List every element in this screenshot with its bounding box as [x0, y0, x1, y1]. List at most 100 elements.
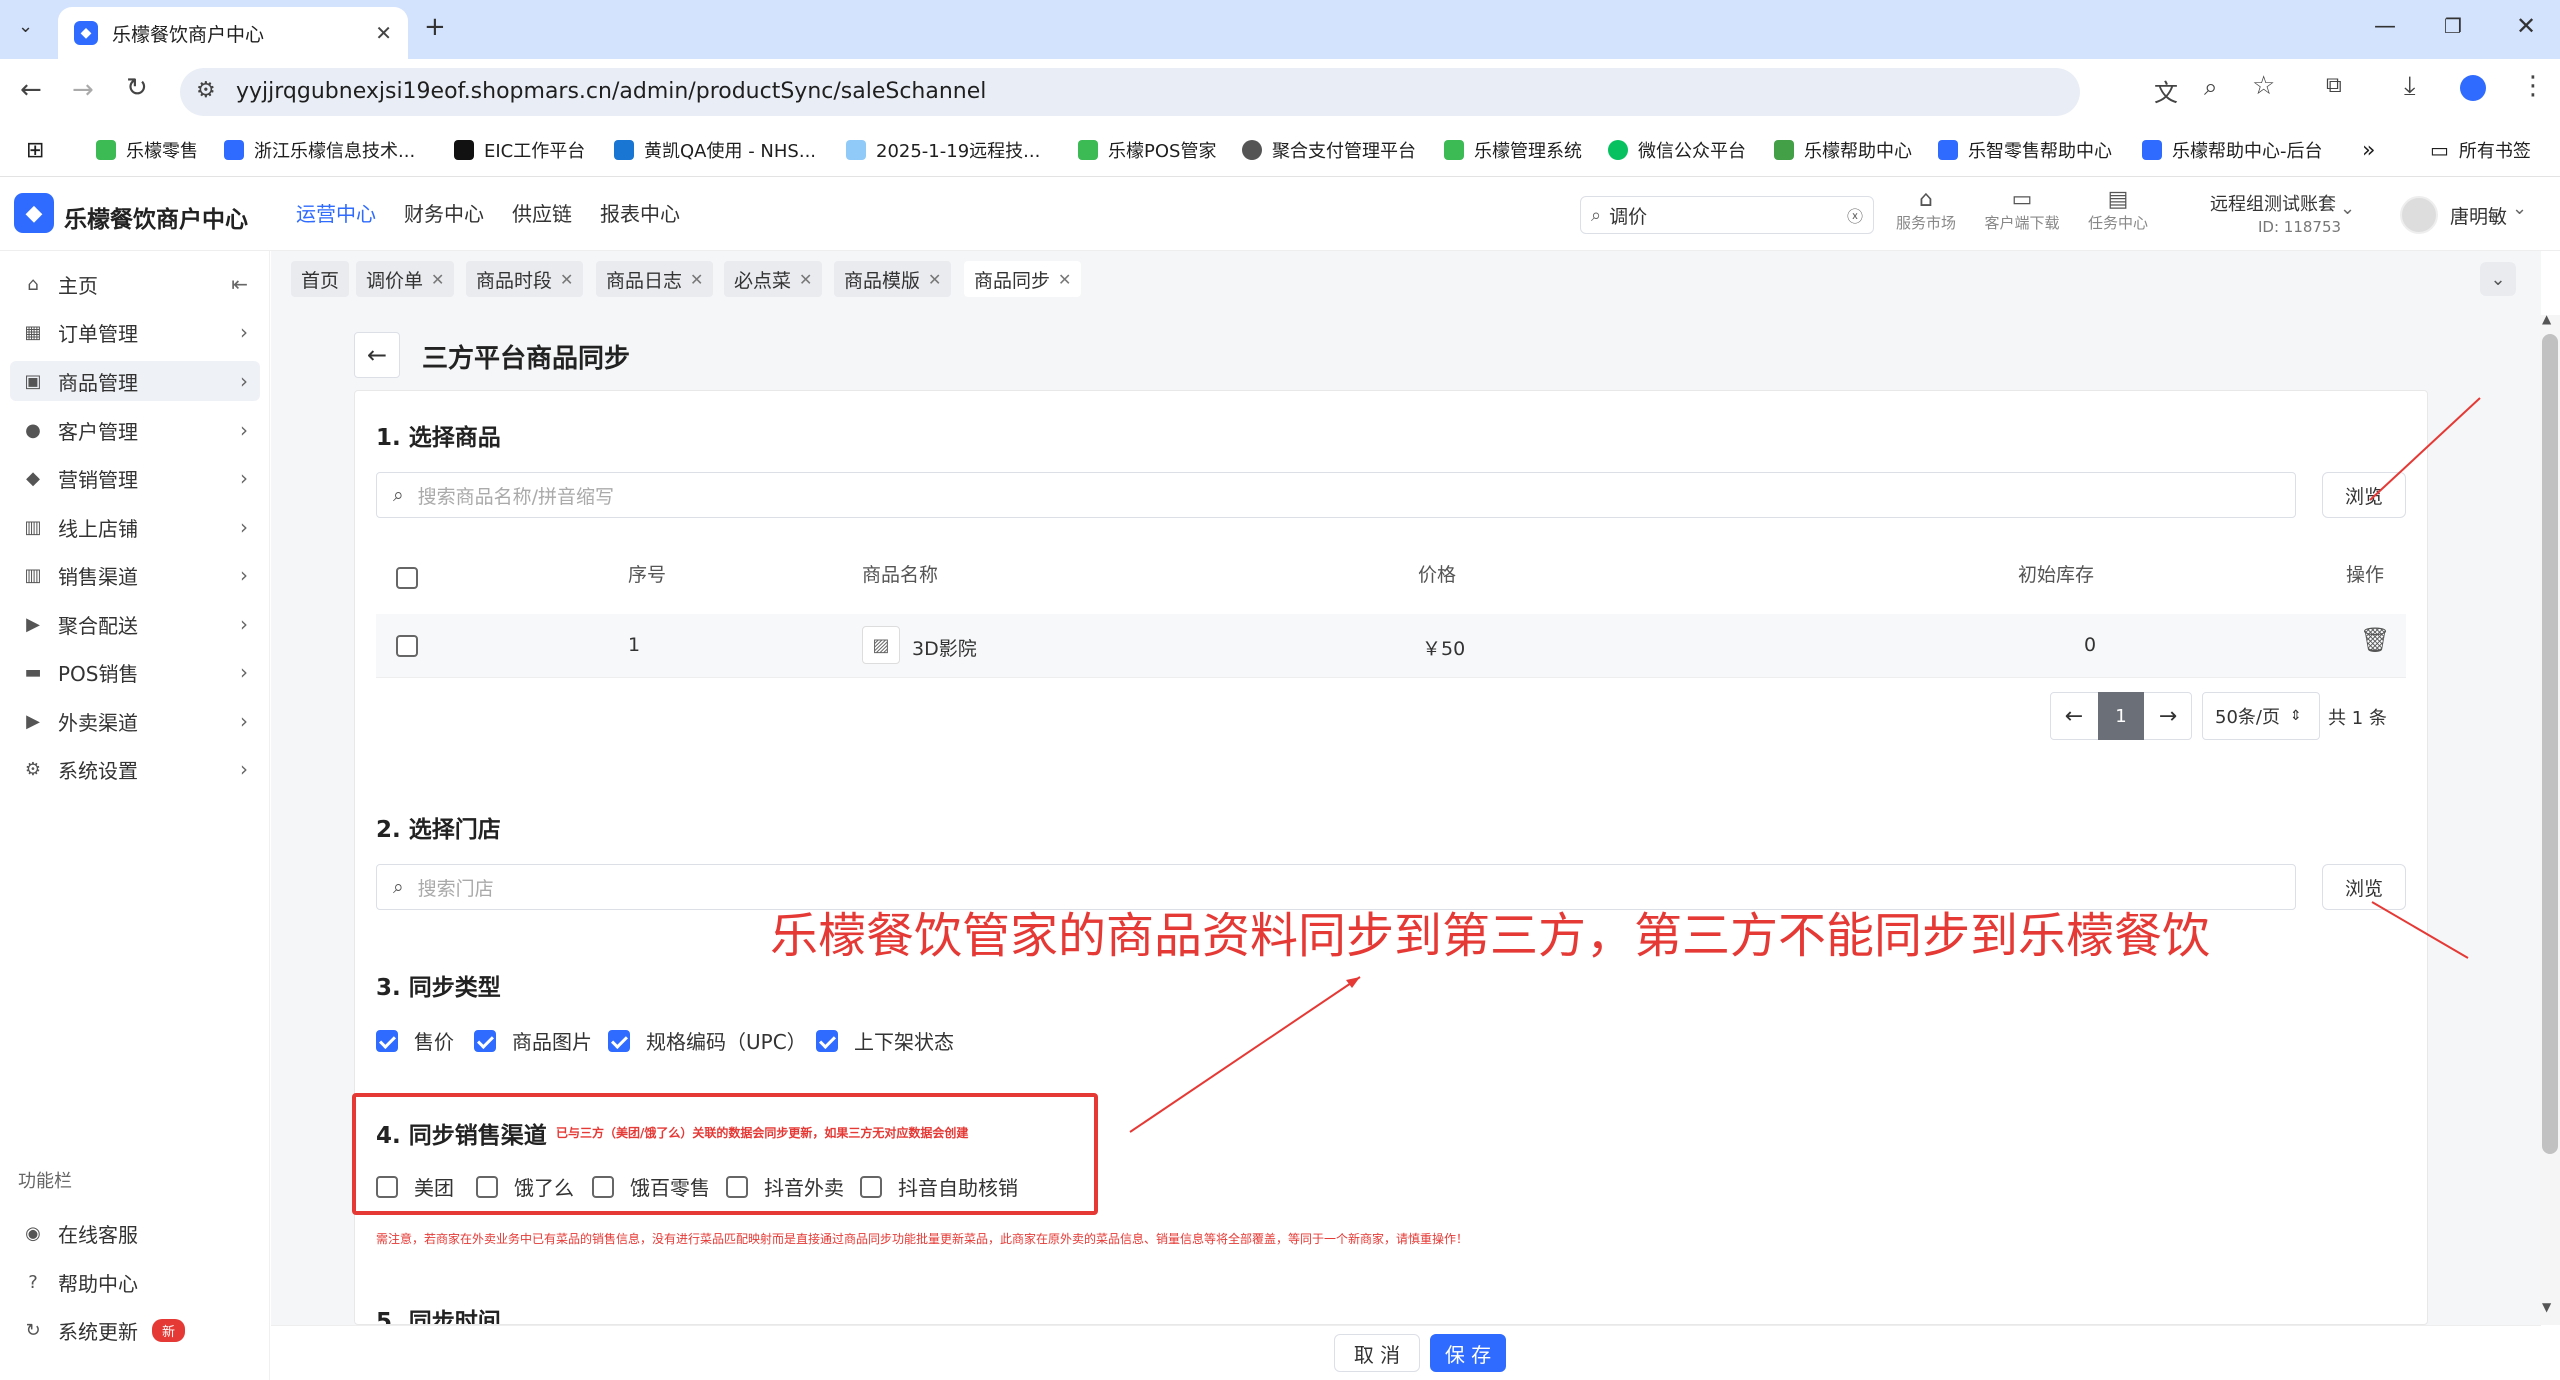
- user-name[interactable]: 唐明敏: [2450, 202, 2507, 229]
- bookmark[interactable]: 乐檬零售: [96, 123, 198, 177]
- chevron-down-icon[interactable]: ⌄: [2512, 198, 2527, 219]
- restore-icon[interactable]: ❐: [2444, 14, 2462, 38]
- tab-product-sync[interactable]: 商品同步 ✕: [964, 261, 1082, 297]
- reload-icon[interactable]: ↻: [126, 73, 148, 103]
- bookmark[interactable]: 乐檬帮助中心: [1774, 123, 1912, 177]
- channel-meituan[interactable]: 美团: [376, 1172, 454, 1201]
- prev-page-icon[interactable]: ←: [2050, 692, 2098, 740]
- bookmark[interactable]: 浙江乐檬信息技术...: [224, 123, 415, 177]
- sidebar-item-online-store[interactable]: ▥ 线上店铺 ›: [10, 507, 260, 547]
- profile-icon[interactable]: [2460, 75, 2486, 101]
- bookmark[interactable]: 微信公众平台: [1608, 123, 1746, 177]
- download-icon[interactable]: ⤓: [2404, 71, 2416, 102]
- collapse-icon[interactable]: ⇤: [231, 272, 248, 296]
- save-button[interactable]: 保 存: [1430, 1334, 1506, 1372]
- apps-icon[interactable]: ⊞: [26, 123, 44, 177]
- sidebar-item-takeout[interactable]: ▶ 外卖渠道 ›: [10, 701, 260, 741]
- translate-icon[interactable]: ⽂: [2154, 73, 2178, 108]
- service-market[interactable]: ⌂ 服务市场: [1886, 188, 1966, 233]
- sync-type-upc[interactable]: 规格编码（UPC）: [608, 1026, 807, 1055]
- sidebar-item-sales-channel[interactable]: ▥ 销售渠道 ›: [10, 555, 260, 595]
- sync-type-price[interactable]: 售价: [376, 1026, 454, 1055]
- sidebar-item-pos[interactable]: ▬ POS销售 ›: [10, 652, 260, 692]
- close-icon[interactable]: ✕: [560, 270, 573, 289]
- close-icon[interactable]: ✕: [1058, 270, 1071, 289]
- tool-system-update[interactable]: ↻ 系统更新新: [10, 1310, 260, 1350]
- bookmark[interactable]: 黄凯QA使用 - NHS...: [614, 123, 816, 177]
- menu-icon[interactable]: ⋮: [2520, 71, 2546, 101]
- chevron-down-icon[interactable]: ⌄: [2340, 198, 2355, 219]
- account-name[interactable]: 远程组测试账套: [2210, 190, 2336, 216]
- browse-products-button[interactable]: 浏览: [2322, 472, 2406, 518]
- tab-close-icon[interactable]: ✕: [375, 21, 392, 45]
- product-search-input[interactable]: ⌕ 搜索商品名称/拼音缩写: [376, 472, 2296, 518]
- address-bar[interactable]: ⚙ yyjjrqgubnexjsi19eof.shopmars.cn/admin…: [180, 68, 2080, 116]
- back-button[interactable]: ←: [354, 332, 400, 378]
- tab-product-template[interactable]: 商品模版 ✕: [834, 261, 952, 297]
- page-number[interactable]: 1: [2098, 692, 2144, 740]
- next-page-icon[interactable]: →: [2144, 692, 2192, 740]
- close-icon[interactable]: ✕: [690, 270, 703, 289]
- nav-finance[interactable]: 财务中心: [404, 177, 484, 251]
- scrollbar-thumb[interactable]: [2542, 334, 2558, 1154]
- channel-eleme[interactable]: 饿了么: [476, 1172, 574, 1201]
- sidebar-item-marketing[interactable]: ◆ 营销管理 ›: [10, 458, 260, 498]
- tool-help-center[interactable]: ? 帮助中心: [10, 1262, 260, 1302]
- avatar[interactable]: [2400, 196, 2438, 234]
- forward-icon[interactable]: →: [72, 75, 94, 105]
- sidebar-item-products[interactable]: ▣ 商品管理 ›: [10, 361, 260, 401]
- header-search[interactable]: ⌕ 调价 ⓧ: [1580, 196, 1874, 234]
- more-bookmarks-icon[interactable]: »: [2362, 123, 2375, 177]
- bookmark[interactable]: 乐檬帮助中心-后台: [2142, 123, 2323, 177]
- window-close-icon[interactable]: ✕: [2516, 12, 2536, 40]
- clear-icon[interactable]: ⓧ: [1847, 203, 1863, 227]
- star-icon[interactable]: ☆: [2252, 71, 2275, 101]
- all-bookmarks[interactable]: ▭ 所有书签: [2430, 123, 2531, 177]
- channel-ebai[interactable]: 饿百零售: [592, 1172, 710, 1201]
- close-icon[interactable]: ✕: [799, 270, 812, 289]
- sidebar-item-settings[interactable]: ⚙ 系统设置 ›: [10, 749, 260, 789]
- extensions-icon[interactable]: ⧉: [2326, 73, 2342, 98]
- page-size-select[interactable]: 50条/页 ⇕: [2202, 692, 2320, 740]
- tab-home[interactable]: 首页: [291, 261, 350, 297]
- bookmark[interactable]: EIC工作平台: [454, 123, 585, 177]
- zoom-icon[interactable]: ⌕: [2204, 73, 2217, 101]
- close-icon[interactable]: ✕: [431, 270, 444, 289]
- tabs-dropdown-icon[interactable]: ⌄: [2480, 262, 2516, 296]
- sidebar-item-orders[interactable]: ▦ 订单管理 ›: [10, 312, 260, 352]
- tab-product-log[interactable]: 商品日志 ✕: [596, 261, 714, 297]
- browse-stores-button[interactable]: 浏览: [2322, 864, 2406, 910]
- search-input[interactable]: 调价: [1609, 202, 1847, 229]
- bookmark[interactable]: 2025-1-19远程技...: [846, 123, 1040, 177]
- new-tab-icon[interactable]: +: [424, 12, 446, 42]
- close-icon[interactable]: ✕: [928, 270, 941, 289]
- client-download[interactable]: ▭ 客户端下载: [1982, 188, 2062, 233]
- channel-douyin-takeout[interactable]: 抖音外卖: [726, 1172, 844, 1201]
- cancel-button[interactable]: 取 消: [1334, 1334, 1420, 1372]
- channel-douyin-verify[interactable]: 抖音自助核销: [860, 1172, 1018, 1201]
- bookmark[interactable]: 乐檬POS管家: [1078, 123, 1216, 177]
- scroll-up-icon[interactable]: ▲: [2542, 312, 2551, 326]
- sync-type-listing[interactable]: 上下架状态: [816, 1026, 954, 1055]
- bookmark[interactable]: 乐智零售帮助中心: [1938, 123, 2112, 177]
- minimize-icon[interactable]: —: [2374, 14, 2396, 39]
- row-checkbox[interactable]: [396, 634, 418, 657]
- tab-product-period[interactable]: 商品时段 ✕: [466, 261, 584, 297]
- sidebar-item-home[interactable]: ⌂ 主页 ⇤: [10, 264, 260, 304]
- back-icon[interactable]: ←: [20, 75, 42, 105]
- trash-icon[interactable]: 🗑: [2360, 626, 2390, 654]
- nav-reports[interactable]: 报表中心: [600, 177, 680, 251]
- sync-type-image[interactable]: 商品图片: [474, 1026, 592, 1055]
- bookmark[interactable]: 乐檬管理系统: [1444, 123, 1582, 177]
- tab-search-icon[interactable]: ⌄: [18, 16, 44, 42]
- tab-must-order[interactable]: 必点菜 ✕: [724, 261, 823, 297]
- nav-supply-chain[interactable]: 供应链: [512, 177, 572, 251]
- browser-tab[interactable]: ◆ 乐檬餐饮商户中心 ✕: [58, 7, 408, 59]
- select-all-checkbox[interactable]: [396, 566, 418, 589]
- nav-operations[interactable]: 运营中心: [296, 177, 376, 251]
- tab-price-adjust[interactable]: 调价单 ✕: [356, 261, 455, 297]
- task-center[interactable]: ▤ 任务中心: [2078, 188, 2158, 233]
- site-info-icon[interactable]: ⚙: [196, 78, 216, 103]
- sidebar-item-customers[interactable]: ● 客户管理 ›: [10, 410, 260, 450]
- bookmark[interactable]: 聚合支付管理平台: [1242, 123, 1416, 177]
